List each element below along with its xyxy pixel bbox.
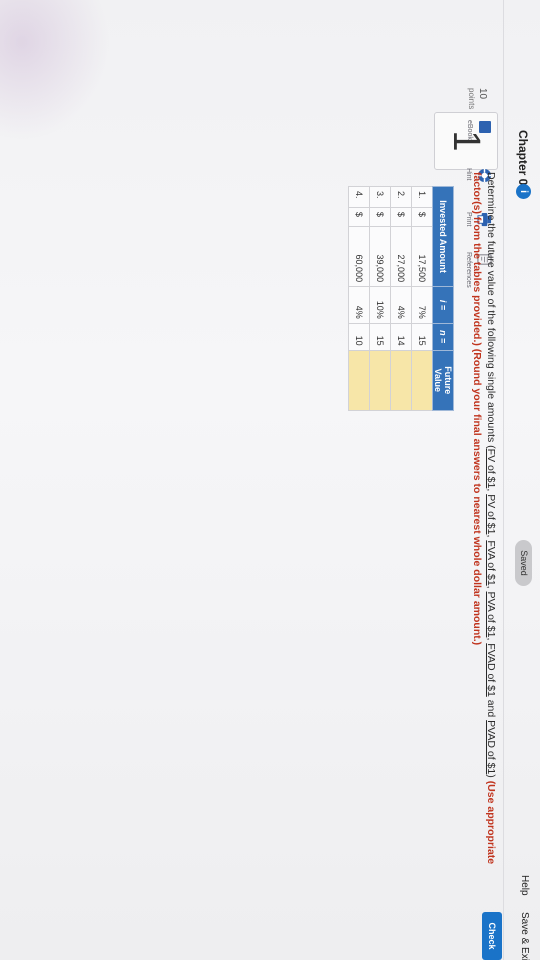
saved-status-badge: Saved: [515, 540, 532, 586]
invested-amount: 60,000: [348, 226, 370, 287]
table-row: 1. $ 17,500 7% 15: [411, 186, 433, 411]
header-future-value: Future Value: [432, 350, 454, 411]
tool-rail: 10 points: [0, 84, 540, 124]
future-value-cell: [369, 350, 391, 411]
prompt-and: and: [485, 699, 497, 718]
interest-rate: 4%: [348, 286, 370, 324]
future-value-cell: [390, 350, 412, 411]
save-exit-link[interactable]: Save & Exit: [519, 912, 530, 960]
future-value-input[interactable]: [370, 350, 390, 410]
header-invested-amount: Invested Amount: [432, 186, 454, 287]
prompt-close: ): [485, 774, 497, 778]
row-number: 2.: [390, 186, 412, 208]
table-row: 3. $ 39,000 10% 15: [369, 186, 391, 411]
row-number: 1.: [411, 186, 433, 208]
row-number: 3.: [369, 186, 391, 208]
table-row: 4. $ 60,000 4% 10: [348, 186, 370, 411]
question-prompt: Determine the future value of the follow…: [471, 172, 497, 865]
periods: 15: [369, 323, 391, 351]
periods: 10: [348, 323, 370, 351]
future-value-input[interactable]: [391, 350, 411, 410]
points-label: points: [467, 88, 476, 110]
periods: 14: [390, 323, 412, 351]
future-value-table: Invested Amount i = n = Future Value 1. …: [348, 186, 454, 411]
dollar-sign: $: [348, 207, 370, 227]
invested-amount: 27,000: [390, 226, 412, 287]
row-number: 4.: [348, 186, 370, 208]
chapter-title: Chapter 06: [516, 130, 530, 193]
periods: 15: [411, 323, 433, 351]
interest-rate: 4%: [390, 286, 412, 324]
interest-rate: 10%: [369, 286, 391, 324]
link-pva-of-1[interactable]: PVA of $1: [485, 592, 497, 638]
interest-rate: 7%: [411, 286, 433, 324]
points-value: 10: [477, 88, 488, 100]
top-bar: Chapter 06 i Saved Help Save & Exit: [503, 0, 540, 960]
link-fva-of-1[interactable]: FVA of $1: [485, 540, 497, 585]
link-fvad-of-1[interactable]: FVAD of $1: [485, 643, 497, 697]
dollar-sign: $: [390, 207, 412, 227]
tool-ebook-label: eBook: [466, 120, 473, 140]
future-value-input[interactable]: [349, 350, 369, 410]
quiz-screen: Chapter 06 i Saved Help Save & Exit Chec…: [0, 0, 540, 960]
link-fv-of-1[interactable]: FV of $1: [485, 449, 497, 489]
future-value-cell: [411, 350, 433, 411]
dollar-sign: $: [411, 207, 433, 227]
invested-amount: 39,000: [369, 226, 391, 287]
check-button[interactable]: Check: [482, 912, 502, 960]
link-pv-of-1[interactable]: PV of $1: [485, 494, 497, 534]
ebook-icon: [479, 121, 491, 133]
info-icon[interactable]: i: [516, 184, 531, 199]
link-pvad-of-1[interactable]: PVAD of $1: [485, 720, 497, 774]
header-n: n =: [432, 323, 454, 351]
prompt-start: Determine the future value of the follow…: [485, 172, 497, 449]
invested-amount: 17,500: [411, 226, 433, 287]
tool-ebook[interactable]: eBook: [466, 120, 492, 140]
header-i: i =: [432, 286, 454, 324]
table-row: 2. $ 27,000 4% 14: [390, 186, 412, 411]
dollar-sign: $: [369, 207, 391, 227]
help-link[interactable]: Help: [519, 875, 530, 896]
table-header-row: Invested Amount i = n = Future Value: [432, 186, 454, 411]
future-value-input[interactable]: [412, 350, 432, 410]
future-value-cell: [348, 350, 370, 411]
